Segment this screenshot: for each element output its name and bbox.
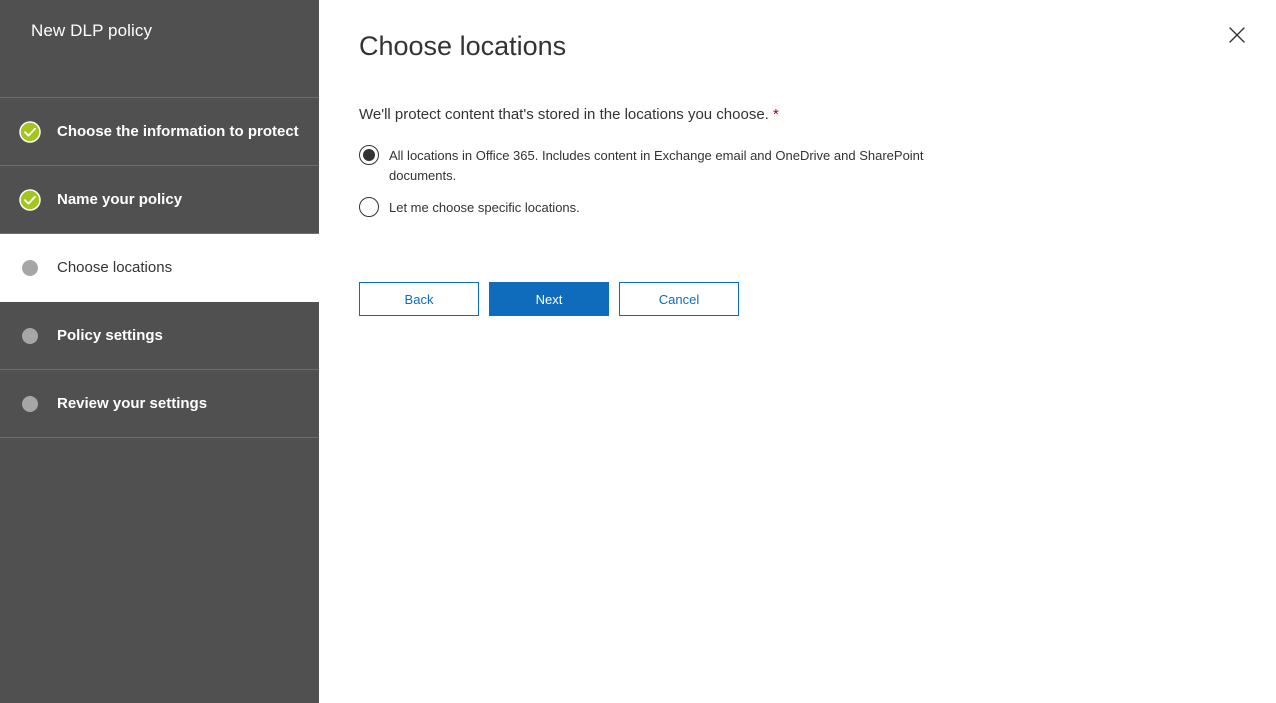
- step-policy-settings[interactable]: Policy settings: [0, 302, 319, 370]
- step-label: Review your settings: [57, 395, 208, 412]
- dot-icon: [22, 328, 38, 344]
- required-mark: *: [773, 106, 779, 123]
- step-review-settings[interactable]: Review your settings: [0, 370, 319, 438]
- step-choose-information[interactable]: Choose the information to protect: [0, 98, 319, 166]
- locations-question: We'll protect content that's stored in t…: [359, 106, 779, 123]
- wizard-sidebar: New DLP policy Choose the information to…: [0, 0, 319, 703]
- step-name-policy[interactable]: Name your policy: [0, 166, 319, 234]
- checkmark-circle-icon: [19, 121, 41, 143]
- option-label: Let me choose specific locations.: [389, 200, 580, 215]
- cancel-button[interactable]: Cancel: [619, 282, 739, 316]
- step-label: Choose locations: [57, 259, 173, 276]
- page-title: Choose locations: [359, 31, 567, 61]
- question-text: We'll protect content that's stored in t…: [359, 106, 769, 123]
- option-label: All locations in Office 365. Includes co…: [389, 148, 924, 183]
- dot-icon: [22, 260, 38, 276]
- radio-selected-dot: [363, 149, 375, 161]
- step-label: Name your policy: [57, 191, 183, 208]
- checkmark-circle-icon: [19, 189, 41, 211]
- dot-icon: [22, 396, 38, 412]
- back-button[interactable]: Back: [359, 282, 479, 316]
- close-icon[interactable]: [1226, 24, 1248, 46]
- radio-specific-locations[interactable]: [359, 197, 379, 217]
- step-label: Policy settings: [57, 327, 163, 344]
- step-label: Choose the information to protect: [57, 123, 299, 140]
- next-button[interactable]: Next: [489, 282, 609, 316]
- step-choose-locations[interactable]: Choose locations: [0, 234, 319, 302]
- wizard-title: New DLP policy: [31, 21, 153, 40]
- wizard-steps: Choose the information to protect Name y…: [0, 97, 319, 438]
- radio-all-locations[interactable]: [359, 145, 379, 165]
